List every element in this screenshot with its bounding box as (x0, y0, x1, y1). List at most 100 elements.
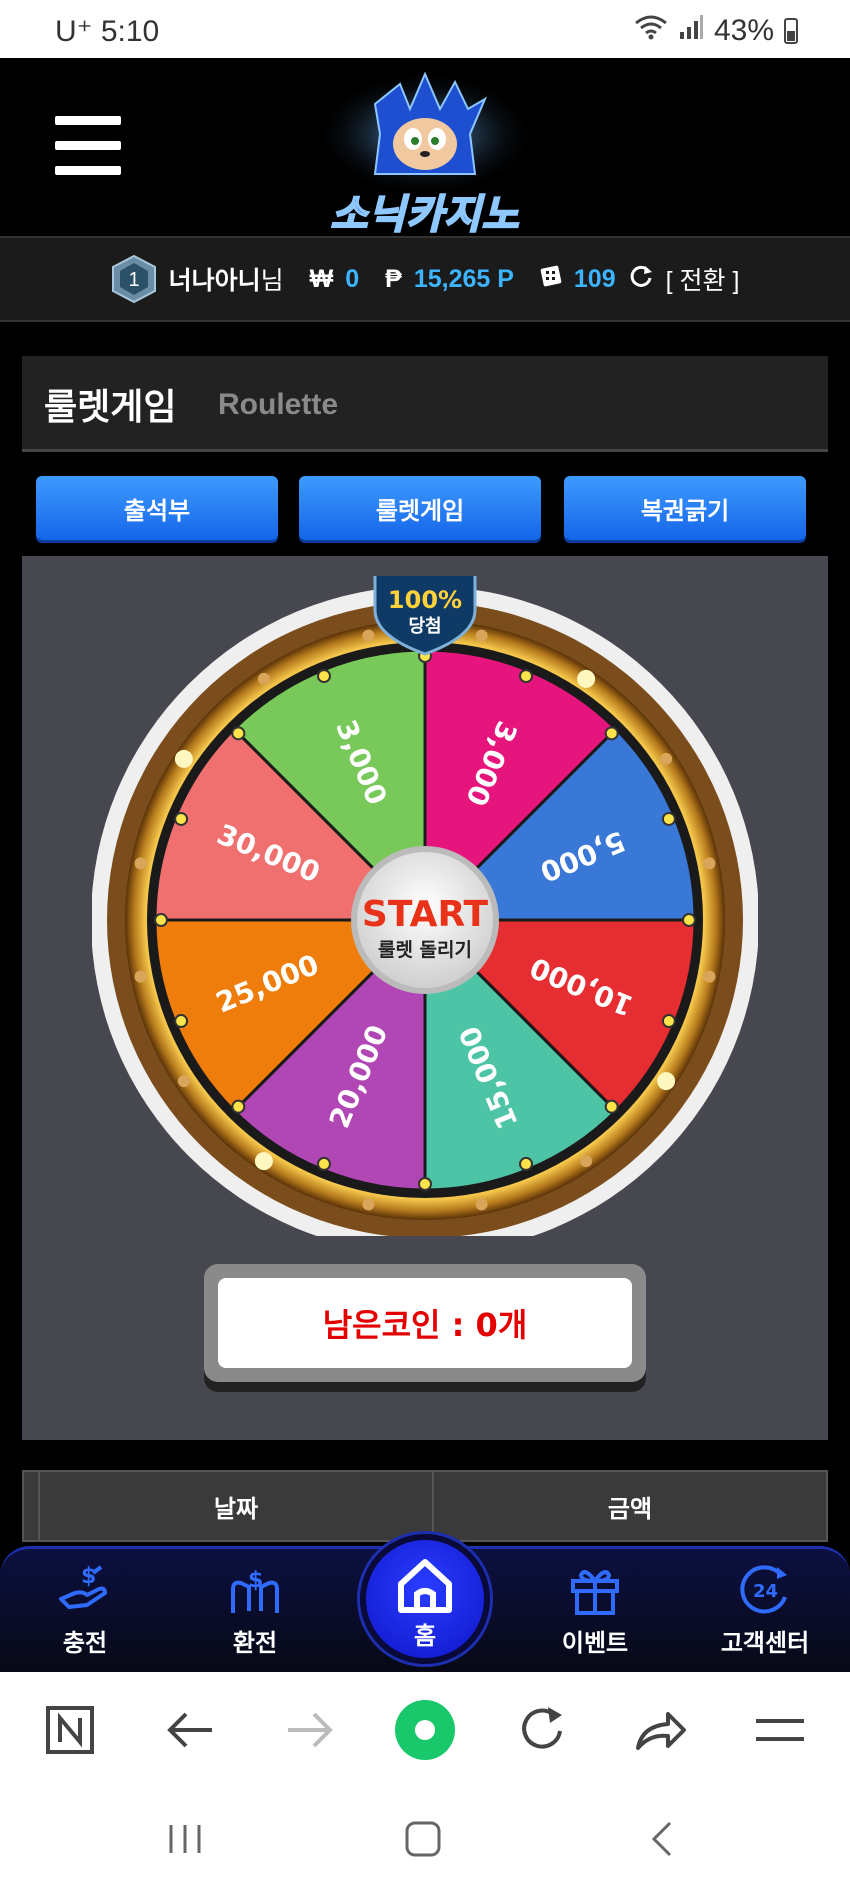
refresh-icon[interactable] (628, 263, 654, 296)
gift-icon (571, 1570, 619, 1615)
square-home-icon (405, 1821, 441, 1857)
badge-sub: 당첨 (408, 616, 441, 637)
nav-support-label: 고객센터 (720, 1629, 810, 1657)
switch-button[interactable]: [ 전환 ] (666, 261, 740, 297)
page-title: 룰렛게임 (44, 387, 177, 428)
menu-lines-icon (756, 1719, 804, 1741)
wheel-rim-dot (519, 669, 534, 684)
tab-attendance[interactable]: 출석부 (36, 476, 278, 540)
wheel-bulb (475, 629, 488, 642)
wheel-bulb (703, 857, 716, 870)
exchange-icon: $ (231, 1568, 279, 1613)
menu-line (55, 141, 121, 150)
reload-button[interactable] (515, 1702, 571, 1758)
roulette-wheel[interactable]: 3,0005,00010,00015,00020,00025,00030,000… (92, 576, 758, 1236)
wheel-bulb (577, 669, 596, 688)
naver-home-button[interactable] (42, 1702, 98, 1758)
badge-main: 100% (388, 586, 462, 614)
recents-icon (169, 1825, 201, 1853)
battery-percent: 43% (713, 14, 774, 47)
wheel-rim-dot (604, 726, 619, 741)
browser-toolbar (0, 1672, 850, 1784)
nav-charge[interactable]: $ 충전 (20, 1563, 150, 1673)
green-dot-button[interactable] (393, 1698, 457, 1762)
page-subtitle: Roulette (218, 388, 338, 421)
point-balance: 15,265 P (413, 264, 514, 293)
nav-support[interactable]: 24 고객센터 (700, 1563, 830, 1673)
share-arrow-icon (636, 1712, 686, 1750)
home-icon (398, 1559, 452, 1613)
back-system-button[interactable] (636, 1814, 686, 1864)
wheel-bulb (257, 672, 270, 685)
menu-line (55, 116, 121, 125)
site-logo[interactable]: 소닉카지노 (300, 64, 550, 239)
wheel-rim-dot (316, 669, 331, 684)
remaining-coin-text: 남은코인 : 0개 (218, 1278, 632, 1368)
wheel-rim-dot (418, 1177, 432, 1191)
arrow-left-icon (167, 1712, 212, 1748)
share-button[interactable] (633, 1702, 689, 1758)
wheel-bulb (362, 1198, 375, 1211)
nav-event-label: 이벤트 (561, 1629, 629, 1657)
page-title-bar: 룰렛게임 Roulette (22, 356, 828, 452)
column-date: 날짜 (38, 1472, 432, 1540)
nav-charge-label: 충전 (62, 1629, 108, 1657)
username-text: 너나아니 (168, 267, 261, 295)
svg-text:24: 24 (753, 1581, 778, 1602)
ticket-icon (540, 265, 562, 294)
won-balance: 0 (345, 264, 360, 293)
wheel-bulb (362, 629, 375, 642)
wheel-bulb (660, 752, 673, 765)
charge-icon: $ (59, 1564, 107, 1609)
username-suffix: 님 (260, 267, 284, 295)
level-badge-icon: 1 (111, 254, 157, 304)
wheel-rim-dot (604, 1099, 619, 1114)
naver-n-icon (46, 1706, 94, 1754)
nav-event[interactable]: 이벤트 (530, 1563, 660, 1673)
browser-menu-button[interactable] (752, 1702, 808, 1758)
carrier-label: U⁺ (55, 15, 93, 48)
battery-icon (784, 18, 798, 44)
tab-lottery[interactable]: 복권긁기 (564, 476, 806, 540)
nav-home-label: 홈 (413, 1622, 437, 1650)
home-system-button[interactable] (398, 1814, 448, 1864)
page: U⁺ 5:10 43% 소닉카지노 1 너나아니님 ₩ 0 ₱ 15,265 P… (0, 0, 850, 1889)
wheel-rim-dot (174, 1014, 189, 1029)
logo-text: 소닉카지노 (330, 191, 520, 239)
point-icon: ₱ (385, 264, 402, 293)
nav-exchange-label: 환전 (232, 1629, 278, 1657)
back-button[interactable] (163, 1702, 219, 1758)
wheel-bulb (254, 1152, 273, 1171)
start-sublabel: 룰렛 돌리기 (378, 939, 472, 961)
column-amount: 금액 (432, 1472, 826, 1540)
svg-text:$: $ (81, 1564, 96, 1589)
history-table-header: 날짜 금액 (22, 1470, 828, 1542)
support-24-icon: 24 (740, 1565, 787, 1614)
signal-icon (678, 14, 704, 48)
nav-exchange[interactable]: $ 환전 (190, 1563, 320, 1673)
wheel-bulb (475, 1198, 488, 1211)
forward-button[interactable] (281, 1702, 337, 1758)
roulette-panel: 3,000 5,000 10,000 15,000 20,000 25,000 30,000… (22, 556, 828, 1440)
wheel-bulb (703, 970, 716, 983)
svg-text:$: $ (248, 1568, 263, 1593)
clock: 5:10 (100, 15, 160, 48)
chevron-left-icon (651, 1821, 672, 1857)
username: 너나아니님 (169, 261, 284, 297)
recents-button[interactable] (160, 1814, 210, 1864)
remaining-coin-box: 남은코인 : 0개 (204, 1264, 646, 1382)
wheel-bulb (134, 970, 147, 983)
tab-roulette[interactable]: 룰렛게임 (299, 476, 541, 540)
wheel-rim-dot (231, 726, 246, 741)
wheel-bulb (174, 749, 193, 768)
status-bar: U⁺ 5:10 43% (0, 0, 850, 58)
ticket-count: 109 (573, 264, 616, 293)
wheel-rim-dot (174, 811, 189, 826)
arrow-right-icon (288, 1712, 333, 1748)
status-right: 43% (634, 14, 798, 48)
nav-home[interactable]: 홈 (360, 1534, 490, 1664)
menu-button[interactable] (55, 116, 121, 175)
menu-line (55, 166, 121, 175)
user-info-bar: 1 너나아니님 ₩ 0 ₱ 15,265 P 109 [ 전환 ] (0, 236, 850, 322)
start-label: START (362, 894, 489, 935)
